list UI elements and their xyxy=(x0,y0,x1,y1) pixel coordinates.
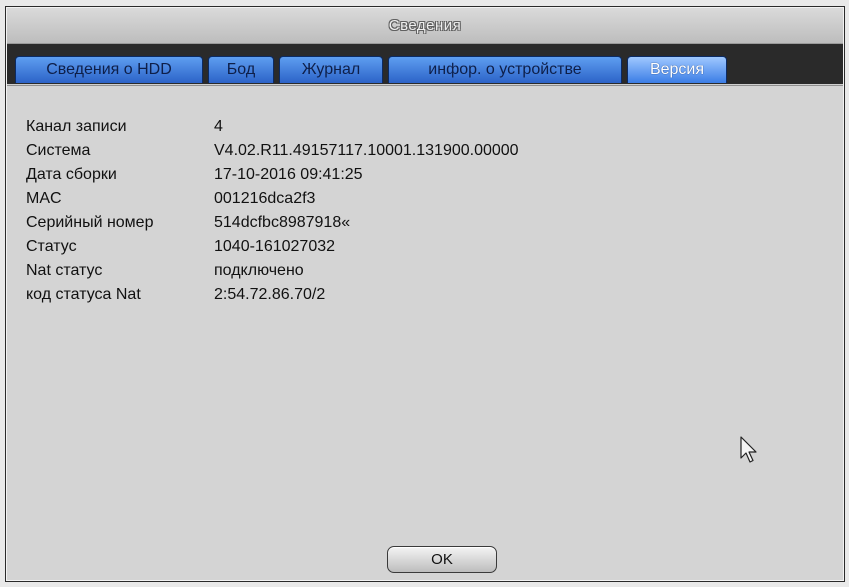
info-label: Серийный номер xyxy=(26,214,154,231)
tab-bar: Сведения о HDD Бод Журнал инфор. о устро… xyxy=(7,44,843,84)
info-label: Статус xyxy=(26,238,77,255)
screen-background: Сведения Сведения о HDD Бод Журнал инфор… xyxy=(0,0,849,587)
info-value: 17-10-2016 09:41:25 xyxy=(214,166,363,183)
info-label: Nat статус xyxy=(26,262,103,279)
info-value: V4.02.R11.49157117.10001.131900.00000 xyxy=(214,142,519,159)
tab-label: инфор. о устройстве xyxy=(428,61,582,78)
info-value: 001216dca2f3 xyxy=(214,190,316,207)
tab-baud[interactable]: Бод xyxy=(208,56,274,83)
info-label: Канал записи xyxy=(26,118,127,135)
info-dialog: Сведения Сведения о HDD Бод Журнал инфор… xyxy=(5,6,845,582)
info-value: 514dcfbc8987918« xyxy=(214,214,351,231)
mouse-pointer-icon xyxy=(740,436,757,463)
tab-device-info[interactable]: инфор. о устройстве xyxy=(388,56,622,83)
info-value: 4 xyxy=(214,118,223,135)
tab-log[interactable]: Журнал xyxy=(279,56,383,83)
version-panel: Канал записи 4 Система V4.02.R11.4915711… xyxy=(7,85,843,580)
info-value: подключено xyxy=(214,262,304,279)
ok-button[interactable]: OK xyxy=(387,546,497,573)
dialog-title: Сведения xyxy=(388,17,462,34)
tab-label: Сведения о HDD xyxy=(46,61,172,78)
title-bar: Сведения xyxy=(7,8,843,44)
tab-version[interactable]: Версия xyxy=(627,56,727,83)
tab-hdd-info[interactable]: Сведения о HDD xyxy=(15,56,203,83)
info-label: Система xyxy=(26,142,91,159)
info-label: код статуса Nat xyxy=(26,286,141,303)
tab-label: Журнал xyxy=(301,61,361,78)
tab-label: Бод xyxy=(226,61,256,78)
tab-label: Версия xyxy=(649,61,705,78)
info-value: 1040-161027032 xyxy=(214,238,336,255)
ok-button-label: OK xyxy=(431,551,453,568)
info-label: Дата сборки xyxy=(26,166,117,183)
info-value: 2:54.72.86.70/2 xyxy=(214,286,326,303)
info-label: MAC xyxy=(26,190,62,207)
